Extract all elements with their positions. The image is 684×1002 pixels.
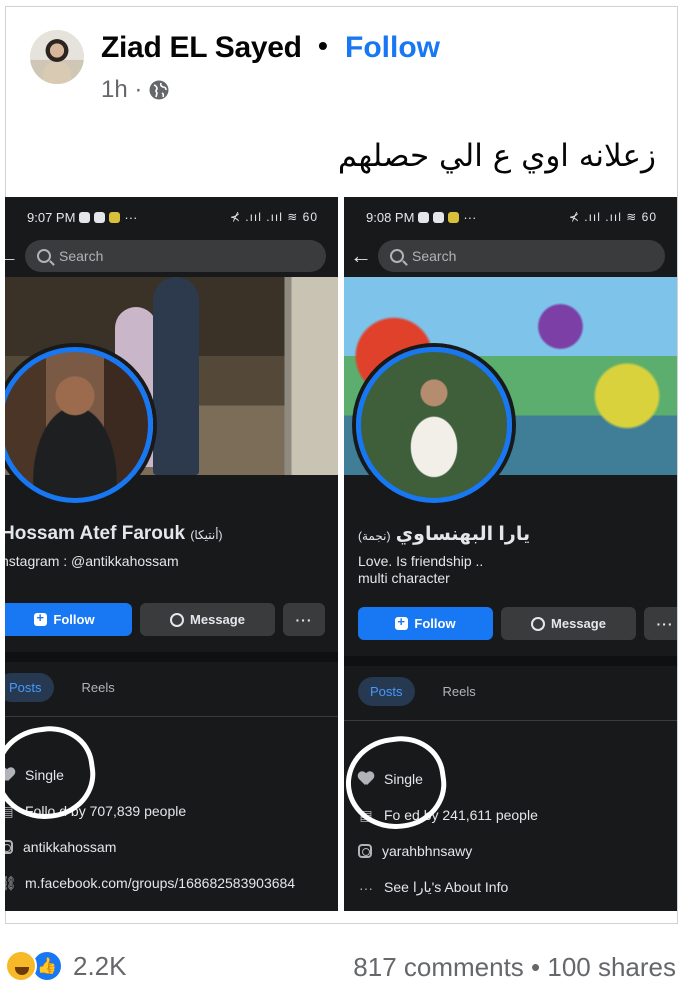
notification-icon <box>109 211 121 223</box>
notification-icon <box>448 211 460 223</box>
profile-tabs: Posts Reels <box>358 677 488 706</box>
search-row: ← Search <box>344 237 677 275</box>
post-caption: زعلانه اوي ع الي حصلهم <box>337 138 656 174</box>
profile-tabs: Posts Reels <box>5 673 127 702</box>
notification-icon <box>433 211 445 223</box>
search-icon <box>390 249 404 263</box>
profile-bio: nstagram : @antikkahossam <box>5 553 179 569</box>
tab-underline <box>5 716 338 717</box>
status-time: 9:08 PM <box>366 209 415 225</box>
detail-about[interactable]: ··· See يارا's About Info <box>358 879 508 896</box>
author-name[interactable]: Ziad EL Sayed <box>101 31 302 65</box>
more-icon: ··· <box>359 879 373 896</box>
tab-posts[interactable]: Posts <box>358 677 415 706</box>
search-input[interactable]: Search <box>378 240 665 272</box>
engagement-stats[interactable]: 817 comments • 100 shares <box>353 952 676 983</box>
signal-battery-icons: ⊀ .ııl .ııl ≋ 60 <box>229 210 318 224</box>
screenshot-right: 9:08 PM ··· ⊀ .ııl .ııl ≋ 60 ← Search يا… <box>344 197 677 911</box>
instagram-icon <box>358 844 372 858</box>
profile-actions: Follow Message ··· <box>5 603 325 636</box>
tab-posts[interactable]: Posts <box>5 673 54 702</box>
tab-reels[interactable]: Reels <box>431 677 488 706</box>
section-divider <box>344 656 677 666</box>
tab-reels[interactable]: Reels <box>70 673 127 702</box>
cover-person <box>153 277 199 475</box>
detail-instagram[interactable]: antikkahossam <box>5 839 116 855</box>
profile-name: Hossam Atef Farouk (أنتيكا) <box>5 523 223 544</box>
follow-button[interactable]: Follow <box>358 607 493 640</box>
section-divider <box>5 652 338 662</box>
add-friend-icon <box>34 610 48 626</box>
haha-reaction-icon <box>5 950 37 982</box>
link-icon: ⛓ <box>5 875 17 891</box>
search-placeholder: Search <box>412 248 457 264</box>
search-icon <box>37 249 51 263</box>
back-arrow-icon[interactable]: ← <box>5 243 25 269</box>
detail-instagram[interactable]: yarahbhnsawy <box>358 843 472 859</box>
follow-button[interactable]: Follow <box>5 603 132 636</box>
post-time[interactable]: 1h · <box>101 76 142 104</box>
search-input[interactable]: Search <box>25 240 326 272</box>
instagram-icon <box>5 840 13 854</box>
add-friend-icon <box>395 614 409 630</box>
message-button[interactable]: Message <box>140 603 275 636</box>
profile-name: يارا البهنساوي (نجمة) <box>358 524 531 545</box>
separator-dot: • <box>318 30 328 61</box>
status-overflow: ··· <box>463 209 477 225</box>
profile-picture[interactable] <box>356 347 512 503</box>
status-overflow: ··· <box>124 209 138 225</box>
author-avatar[interactable] <box>30 30 84 84</box>
detail-link[interactable]: ⛓ m.facebook.com/groups/168682583903684 <box>5 875 295 891</box>
tab-underline <box>344 720 677 721</box>
reaction-count: 2.2K <box>73 950 127 981</box>
status-bar: 9:08 PM ··· ⊀ .ııl .ııl ≋ 60 <box>344 197 677 237</box>
more-options-button[interactable]: ··· <box>283 603 325 636</box>
screenshot-left: 9:07 PM ··· ⊀ .ııl .ııl ≋ 60 ← Search Ho… <box>5 197 338 911</box>
signal-battery-icons: ⊀ .ııl .ııl ≋ 60 <box>568 210 657 224</box>
reactions-summary[interactable]: 👍 2.2K <box>5 950 127 982</box>
status-bar: 9:07 PM ··· ⊀ .ııl .ııl ≋ 60 <box>5 197 338 237</box>
message-button[interactable]: Message <box>501 607 636 640</box>
globe-icon <box>149 80 169 100</box>
messenger-icon <box>531 616 546 631</box>
notification-icon <box>418 211 430 223</box>
search-placeholder: Search <box>59 248 104 264</box>
messenger-icon <box>170 612 185 627</box>
notification-icon <box>94 211 106 223</box>
post-meta: 1h · <box>101 76 170 104</box>
profile-bio: Love. Is friendship .. multi character <box>358 553 484 586</box>
profile-picture[interactable] <box>5 347 153 503</box>
search-row: ← Search <box>5 237 338 275</box>
profile-actions: Follow Message ··· <box>358 607 677 640</box>
notification-icon <box>79 211 91 223</box>
status-time: 9:07 PM <box>27 209 76 225</box>
follow-link[interactable]: Follow <box>345 31 440 65</box>
more-options-button[interactable]: ··· <box>644 607 677 640</box>
back-arrow-icon[interactable]: ← <box>350 243 378 269</box>
